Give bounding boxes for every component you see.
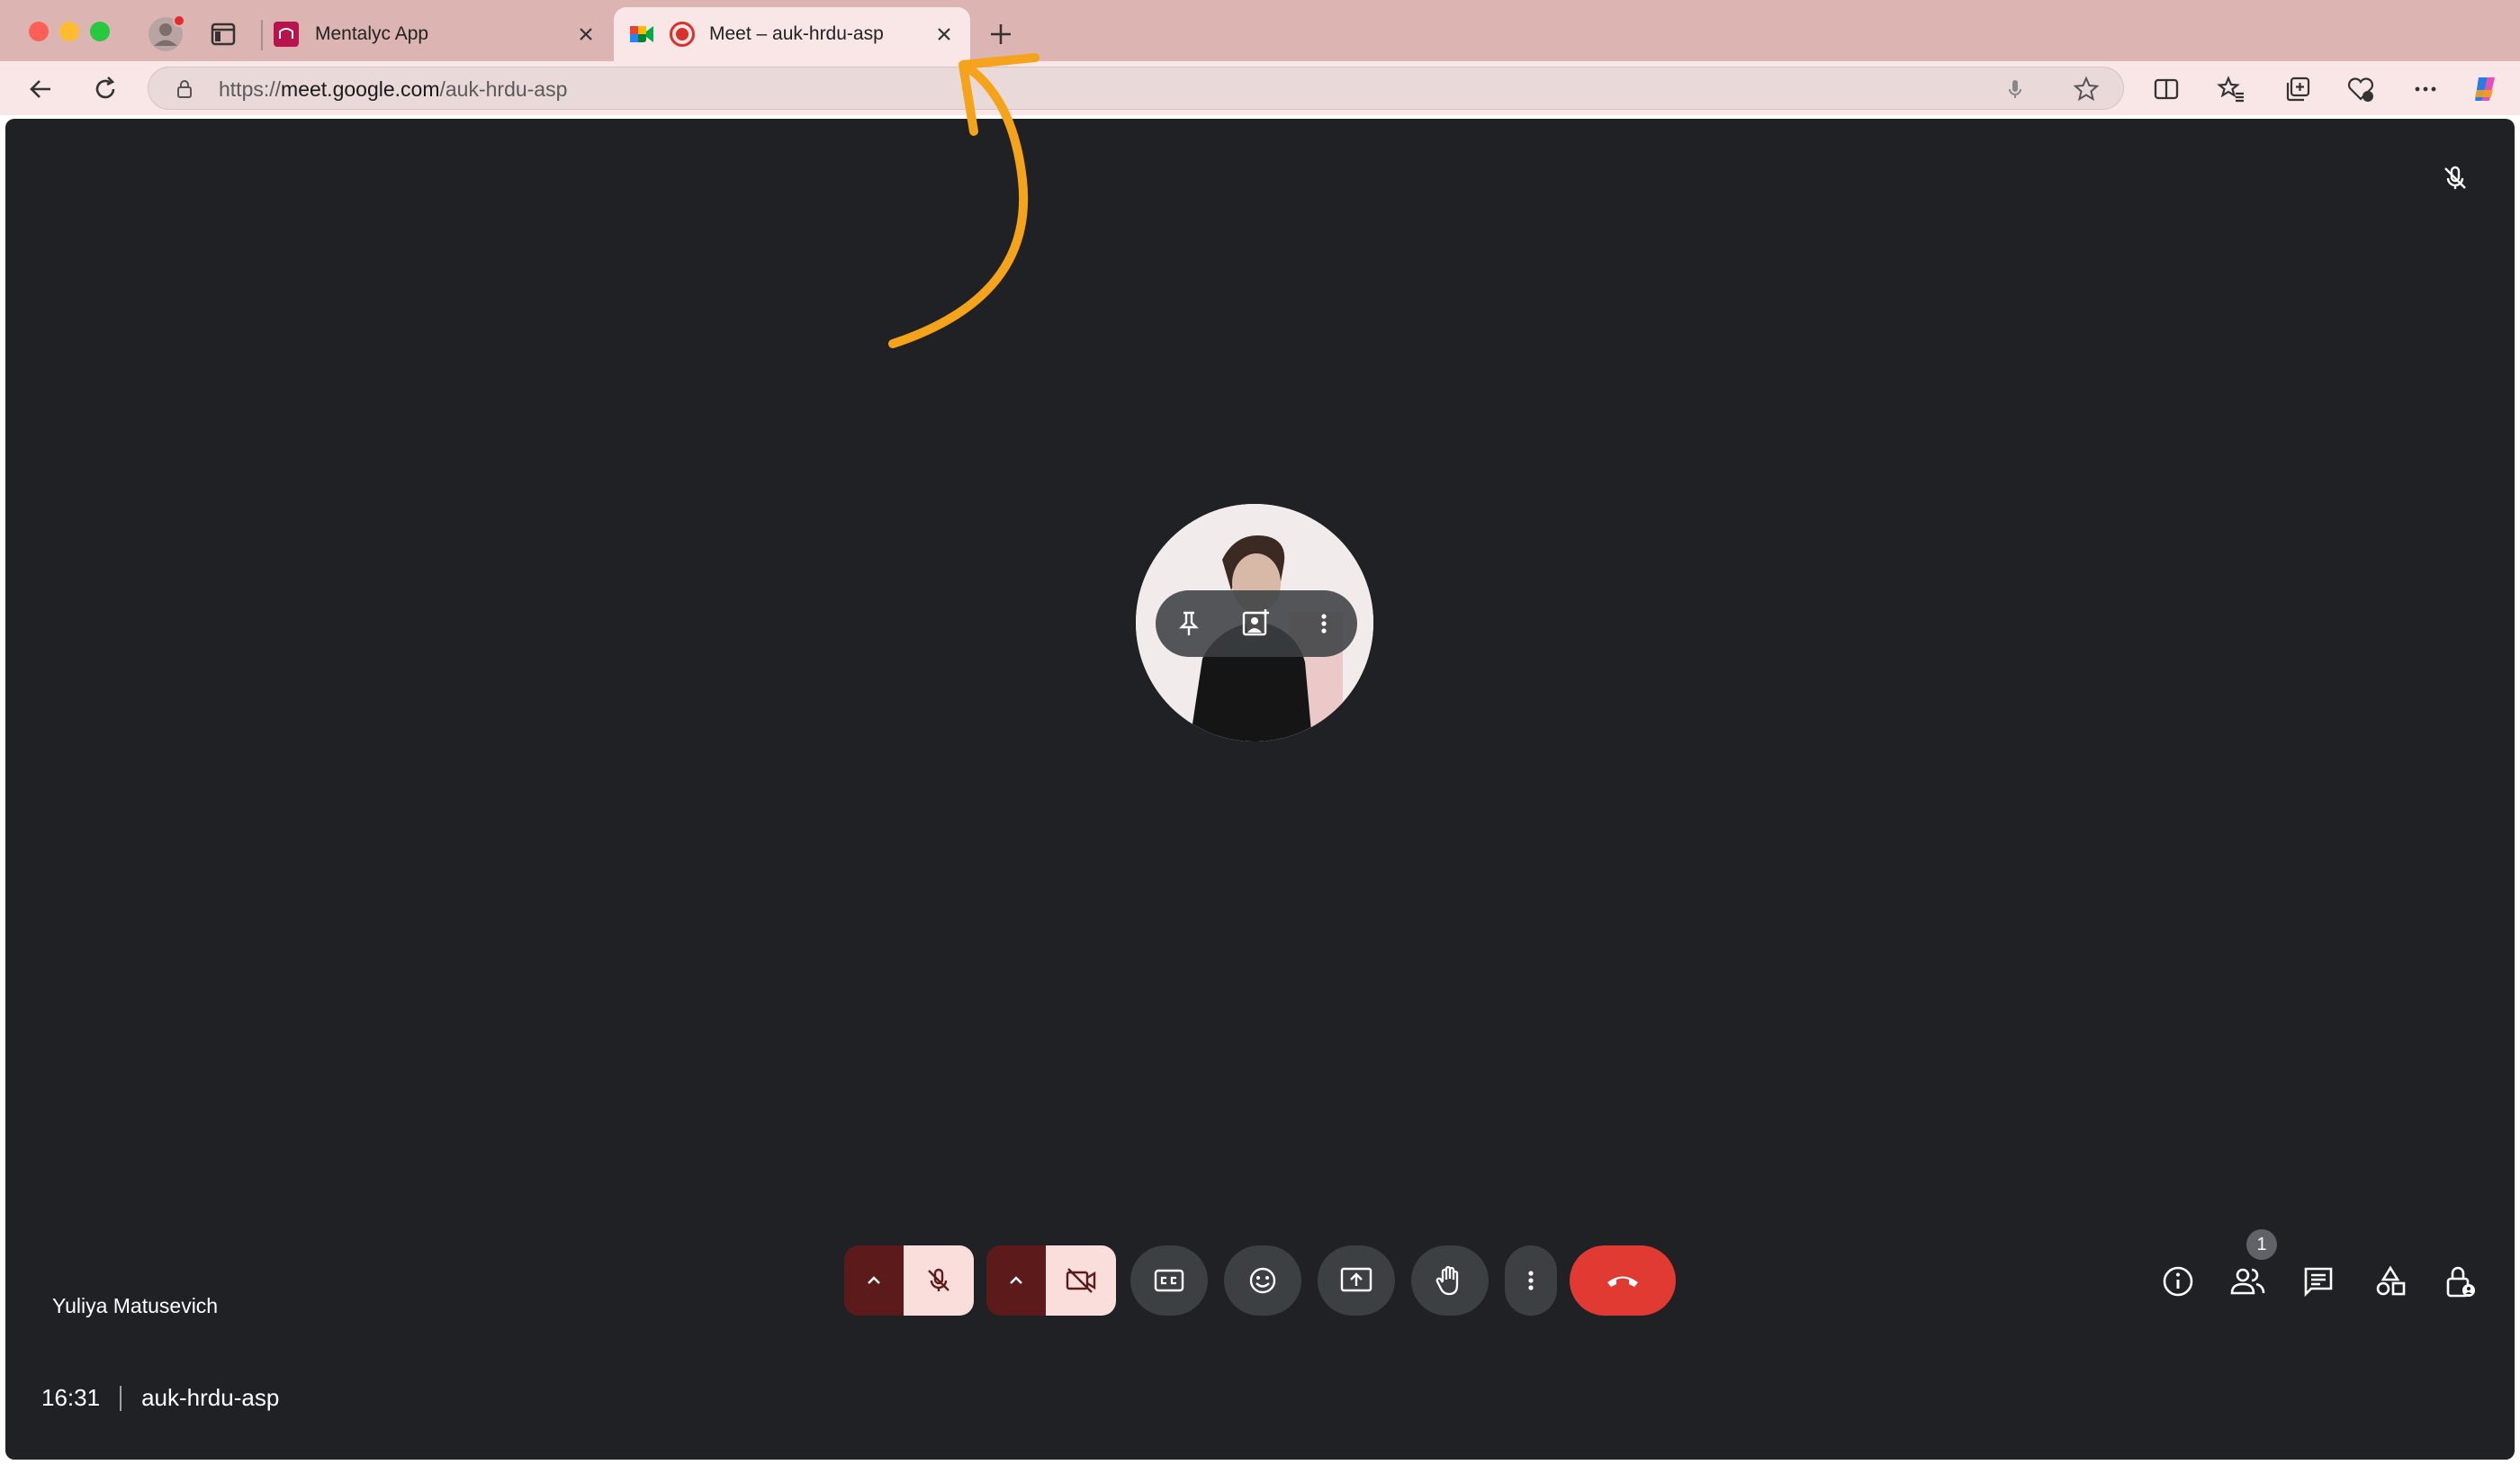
notification-dot xyxy=(173,14,185,27)
meeting-code: auk-hrdu-asp xyxy=(141,1384,280,1411)
meeting-details: 16:31 auk-hrdu-asp xyxy=(41,1384,279,1412)
tab-actions-icon[interactable] xyxy=(209,22,238,47)
tab-separator xyxy=(261,20,263,50)
clock-time: 16:31 xyxy=(41,1384,101,1411)
tab-mentalyc-app[interactable]: Mentalyc App xyxy=(268,7,612,61)
present-screen-button[interactable] xyxy=(1318,1245,1395,1316)
reload-icon[interactable] xyxy=(90,74,121,104)
tab-close-icon[interactable] xyxy=(931,21,958,48)
tab-label: Meet – auk-hrdu-asp xyxy=(709,23,884,44)
lock-icon[interactable] xyxy=(174,78,195,100)
audio-options-chevron[interactable] xyxy=(844,1245,904,1316)
browser-toolbar: https://meet.google.com/auk-hrdu-asp xyxy=(0,61,2520,115)
pin-icon[interactable] xyxy=(1171,606,1207,642)
favorites-icon[interactable] xyxy=(2216,74,2246,104)
info-divider xyxy=(120,1385,122,1411)
more-options-button[interactable] xyxy=(1505,1245,1557,1316)
split-screen-icon[interactable] xyxy=(2151,74,2182,104)
meeting-controls xyxy=(0,1245,2520,1316)
tile-actions-menu xyxy=(1156,590,1357,657)
add-to-frame-icon[interactable] xyxy=(1238,606,1274,642)
new-tab-plus-icon[interactable] xyxy=(985,18,1017,50)
window-minimize-button[interactable] xyxy=(59,22,79,41)
people-count-badge: 1 xyxy=(2246,1229,2277,1260)
camera-toggle-button[interactable] xyxy=(1046,1245,1116,1316)
reactions-button[interactable] xyxy=(1224,1245,1301,1316)
people-icon[interactable] xyxy=(2228,1262,2268,1301)
copilot-icon[interactable] xyxy=(2470,74,2500,104)
more-options-icon[interactable] xyxy=(2410,74,2441,104)
tab-meet-active[interactable]: Meet – auk-hrdu-asp xyxy=(614,7,970,61)
favorite-star-icon[interactable] xyxy=(2073,76,2100,103)
microphone-toggle-button[interactable] xyxy=(904,1245,974,1316)
google-meet-favicon-icon xyxy=(628,22,655,47)
participant-muted-mic-off-icon xyxy=(2439,162,2471,194)
activities-icon[interactable] xyxy=(2371,1262,2410,1301)
window-zoom-button[interactable] xyxy=(90,22,110,41)
url-text[interactable]: https://meet.google.com/auk-hrdu-asp xyxy=(219,77,567,102)
browser-essentials-icon[interactable] xyxy=(2345,74,2376,104)
meeting-details-info-icon[interactable] xyxy=(2158,1262,2198,1301)
window-close-button[interactable] xyxy=(29,22,49,41)
microphone-icon[interactable] xyxy=(2002,76,2028,102)
browser-tab-bar: Mentalyc App Meet – auk-hrdu-asp xyxy=(0,0,2520,61)
profile-avatar-icon[interactable] xyxy=(148,14,185,52)
collections-icon[interactable] xyxy=(2282,74,2313,104)
recording-indicator-icon xyxy=(670,22,695,47)
raise-hand-button[interactable] xyxy=(1411,1245,1489,1316)
more-vert-icon[interactable] xyxy=(1306,606,1342,642)
mentalyc-favicon-icon xyxy=(274,22,299,47)
leave-call-button[interactable] xyxy=(1570,1245,1676,1316)
tab-label: Mentalyc App xyxy=(315,23,429,44)
tab-close-icon[interactable] xyxy=(572,21,599,48)
chat-icon[interactable] xyxy=(2299,1262,2338,1301)
video-options-chevron[interactable] xyxy=(986,1245,1046,1316)
address-bar[interactable]: https://meet.google.com/auk-hrdu-asp xyxy=(148,67,2124,110)
back-arrow-icon[interactable] xyxy=(25,74,56,104)
host-controls-lock-icon[interactable] xyxy=(2441,1262,2480,1301)
captions-button[interactable] xyxy=(1130,1245,1208,1316)
